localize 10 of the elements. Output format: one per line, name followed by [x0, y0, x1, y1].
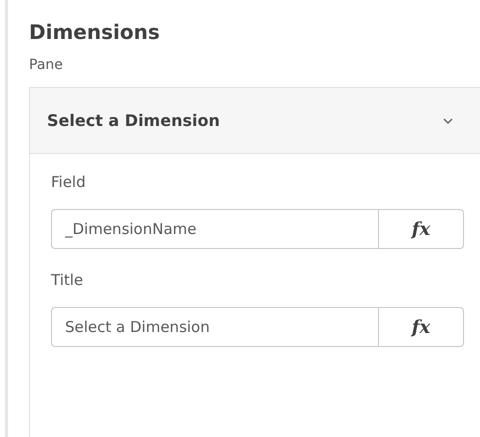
field-label: Title: [51, 270, 84, 290]
field-label: Field: [51, 172, 87, 192]
expression-button[interactable]: fx: [378, 209, 464, 249]
text-field[interactable]: Select a Dimension: [51, 307, 378, 347]
section-subheading: Pane: [29, 56, 64, 75]
section-heading: Dimensions: [29, 19, 160, 45]
expression-button[interactable]: fx: [378, 307, 464, 347]
chevron-icon: [442, 116, 454, 124]
dimension-header[interactable]: Select a Dimension: [30, 88, 480, 154]
text-field[interactable]: _DimensionName: [51, 209, 378, 249]
